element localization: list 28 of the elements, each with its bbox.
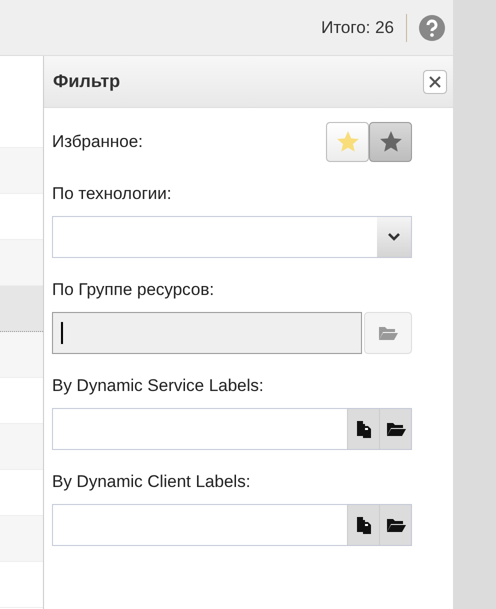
dropdown-field[interactable] [52,216,412,258]
favorites-label: Избранное: [52,131,143,154]
copy-icon [356,516,372,534]
total-count: Итого: 26 [321,16,394,39]
copy-button[interactable] [347,505,379,545]
browse-button[interactable] [379,409,411,449]
chevron-down-icon [388,233,400,241]
field-label: По технологии: [52,183,173,205]
close-icon [428,74,442,88]
favorite-button[interactable] [326,122,369,162]
field-label: By Dynamic Client Labels: [52,471,252,493]
close-button[interactable] [423,70,447,94]
input-field[interactable] [52,504,412,546]
folder-icon [378,325,398,341]
copy-button[interactable] [347,409,379,449]
folder-icon [386,517,406,533]
panel-title: Фильтр [53,70,120,93]
help-icon[interactable] [419,14,445,40]
not-favorite-button[interactable] [369,122,412,162]
input-field[interactable] [52,312,362,354]
dropdown-button[interactable] [377,217,411,257]
input-field[interactable] [52,408,412,450]
field-label: По Группе ресурсов: [52,279,216,301]
field-label: By Dynamic Service Labels: [52,375,265,397]
table-row[interactable] [0,286,43,332]
browse-button[interactable] [379,505,411,545]
folder-icon [386,421,406,437]
copy-icon [356,420,372,438]
